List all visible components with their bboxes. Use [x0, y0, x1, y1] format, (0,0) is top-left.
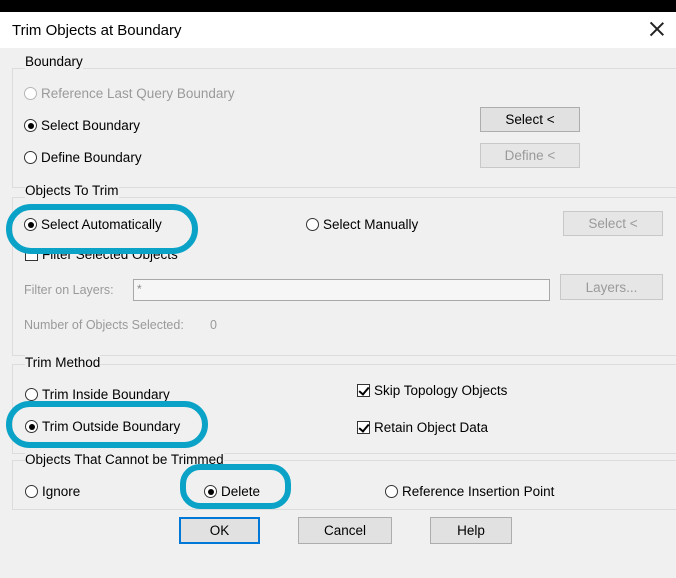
- radio-circle: [25, 388, 38, 401]
- checkbox-filter-selected-objects[interactable]: Filter Selected Objects: [25, 247, 178, 262]
- checkbox-label: Filter Selected Objects: [42, 247, 178, 262]
- close-icon[interactable]: [646, 18, 668, 40]
- radio-circle: [24, 87, 37, 100]
- cancel-button[interactable]: Cancel: [298, 517, 392, 544]
- radio-circle: [25, 485, 38, 498]
- objects-to-trim-group-label: Objects To Trim: [25, 183, 119, 198]
- trim-objects-dialog: Trim Objects at Boundary Boundary Refere…: [0, 12, 676, 578]
- radio-label: Reference Insertion Point: [402, 484, 555, 499]
- boundary-group-label: Boundary: [25, 54, 83, 69]
- radio-select-boundary[interactable]: Select Boundary: [24, 118, 140, 133]
- radio-trim-outside-boundary[interactable]: Trim Outside Boundary: [25, 419, 180, 434]
- radio-trim-inside-boundary[interactable]: Trim Inside Boundary: [25, 387, 170, 402]
- radio-circle: [24, 151, 37, 164]
- objects-selected-count-label: Number of Objects Selected:: [24, 318, 184, 332]
- checkbox-retain-object-data[interactable]: Retain Object Data: [357, 420, 488, 435]
- radio-circle: [204, 485, 217, 498]
- ok-button[interactable]: OK: [179, 517, 260, 544]
- radio-circle: [25, 420, 38, 433]
- filter-on-layers-input[interactable]: *: [133, 279, 550, 301]
- checkbox-box: [357, 384, 370, 397]
- checkbox-label: Skip Topology Objects: [374, 383, 508, 398]
- radio-label: Reference Last Query Boundary: [41, 86, 235, 101]
- trim-method-group-label: Trim Method: [25, 355, 101, 370]
- radio-label: Select Boundary: [41, 118, 141, 133]
- radio-circle: [385, 485, 398, 498]
- objects-selected-count-value: 0: [210, 318, 217, 332]
- checkbox-label: Retain Object Data: [374, 420, 489, 435]
- checkbox-skip-topology-objects[interactable]: Skip Topology Objects: [357, 383, 507, 398]
- radio-reference-last-query-boundary[interactable]: Reference Last Query Boundary: [24, 86, 235, 101]
- radio-label: Ignore: [42, 484, 81, 499]
- radio-circle: [24, 218, 37, 231]
- radio-label: Define Boundary: [41, 150, 142, 165]
- cannot-trim-group: [12, 460, 676, 510]
- radio-delete[interactable]: Delete: [204, 484, 260, 499]
- radio-label: Trim Inside Boundary: [42, 387, 170, 402]
- cannot-trim-group-label: Objects That Cannot be Trimmed: [25, 452, 224, 467]
- radio-select-manually[interactable]: Select Manually: [306, 217, 418, 232]
- boundary-define-button[interactable]: Define <: [480, 143, 580, 168]
- radio-define-boundary[interactable]: Define Boundary: [24, 150, 142, 165]
- radio-select-automatically[interactable]: Select Automatically: [24, 217, 162, 232]
- trim-method-group: [12, 364, 676, 454]
- boundary-select-button[interactable]: Select <: [480, 107, 580, 132]
- radio-circle: [24, 119, 37, 132]
- checkbox-box: [357, 421, 370, 434]
- help-button[interactable]: Help: [430, 517, 512, 544]
- checkbox-box: [25, 248, 38, 261]
- radio-label: Select Manually: [323, 217, 419, 232]
- radio-reference-insertion-point[interactable]: Reference Insertion Point: [385, 484, 554, 499]
- objects-select-button[interactable]: Select <: [563, 211, 663, 236]
- radio-ignore[interactable]: Ignore: [25, 484, 80, 499]
- layers-button[interactable]: Layers...: [560, 274, 663, 300]
- radio-circle: [306, 218, 319, 231]
- title-bar: Trim Objects at Boundary: [0, 12, 676, 48]
- radio-label: Delete: [221, 484, 261, 499]
- radio-label: Select Automatically: [41, 217, 162, 232]
- radio-label: Trim Outside Boundary: [42, 419, 181, 434]
- filter-on-layers-label: Filter on Layers:: [24, 283, 114, 297]
- dialog-title: Trim Objects at Boundary: [12, 22, 182, 39]
